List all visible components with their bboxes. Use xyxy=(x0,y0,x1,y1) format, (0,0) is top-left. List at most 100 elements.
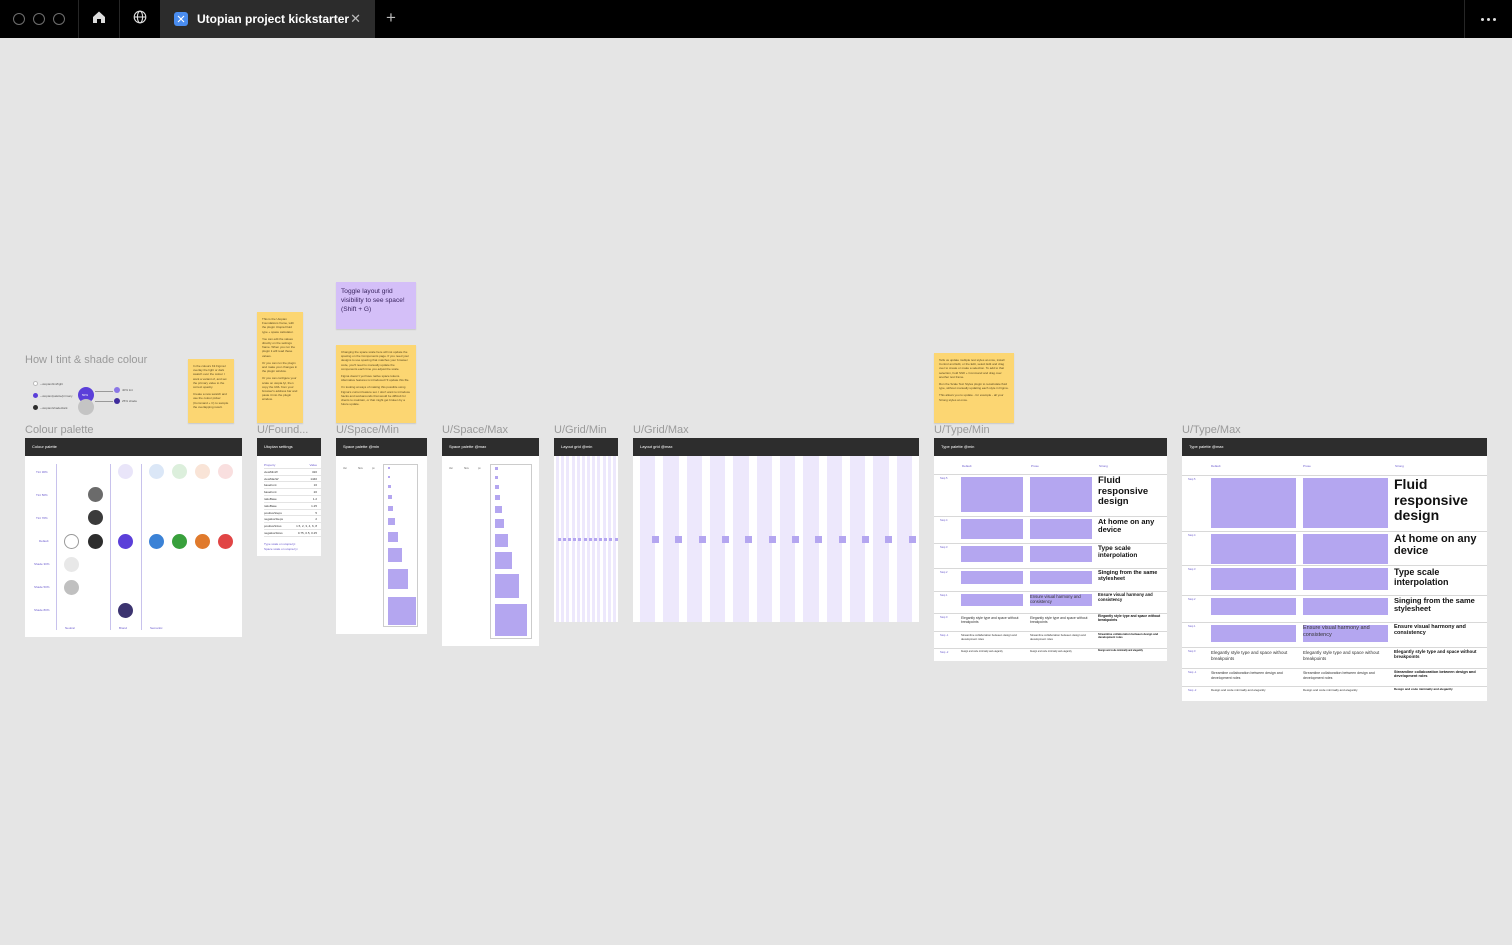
frame-label-colour-palette[interactable]: Colour palette xyxy=(25,424,94,436)
swatch-brand-shade[interactable] xyxy=(118,603,133,618)
grid-min-frame[interactable]: Layout grid @min xyxy=(554,438,618,622)
swatch-white[interactable] xyxy=(64,534,79,549)
sticky-note-palette[interactable]: In the colours Kit Figma I overlay the l… xyxy=(188,359,234,423)
type-step-label: Step 4 xyxy=(1188,534,1196,537)
colour-palette-frame[interactable]: Colour palette Tint 30% Tint 50% Tint 70… xyxy=(25,438,242,637)
type-max-frame[interactable]: Type palette @max Default Prose Strong S… xyxy=(1182,438,1487,701)
frame-label-grid-max[interactable]: U/Grid/Max xyxy=(633,424,689,436)
type-default-sample: Streamline collaboration between design … xyxy=(1211,671,1283,680)
swatch-blue[interactable] xyxy=(149,534,164,549)
grid-gutter-marker xyxy=(698,536,706,543)
type-sample-block xyxy=(961,477,1023,512)
community-button[interactable] xyxy=(119,0,160,38)
type-strong-sample: At home on any device xyxy=(1394,533,1477,558)
grid-gutter-marker xyxy=(908,536,916,543)
type-sample-block xyxy=(1211,568,1296,590)
swatch-orange-tint[interactable] xyxy=(195,464,210,479)
type-sample-block xyxy=(961,571,1023,584)
swatch-red[interactable] xyxy=(218,534,233,549)
swatch-red-tint[interactable] xyxy=(218,464,233,479)
type-sample-block xyxy=(1030,546,1092,562)
foundations-frame[interactable]: Utopian settings Property Value viewMinW 3… xyxy=(257,438,321,556)
type-sample-block xyxy=(1303,478,1388,528)
grid-gutter-marker xyxy=(838,536,846,543)
swatch-brand-default[interactable] xyxy=(118,534,133,549)
type-default-sample: Streamline collaboration between design … xyxy=(961,633,1017,641)
swatch-blue-tint[interactable] xyxy=(149,464,164,479)
window-zoom-control[interactable] xyxy=(53,13,65,25)
type-prose-sample: Elegantly style type and space without b… xyxy=(1030,616,1088,625)
swatch-orange[interactable] xyxy=(195,534,210,549)
type-strong-sample: Elegantly style type and space without b… xyxy=(1098,614,1161,622)
grid-gutter-marker xyxy=(791,536,799,543)
tab-title: Utopian project kickstarter xyxy=(197,12,350,26)
window-minimize-control[interactable] xyxy=(33,13,45,25)
type-strong-sample: Fluid responsive design xyxy=(1098,475,1149,508)
type-row xyxy=(1182,531,1487,532)
sticky-note-toggle-grid[interactable]: Toggle layout grid visibility to see spa… xyxy=(336,282,416,329)
type-sample-block xyxy=(1211,598,1296,615)
grid-gutter-marker xyxy=(614,538,618,541)
swatch-neutral-default[interactable] xyxy=(88,534,103,549)
type-step-label: Step 2 xyxy=(1188,598,1196,601)
close-tab-button[interactable]: ✕ xyxy=(350,12,361,26)
space-scale-max xyxy=(490,464,532,639)
type-strong-sample: Singing from the same stylesheet xyxy=(1394,596,1475,614)
type-strong-sample: Elegantly style type and space without b… xyxy=(1394,649,1477,660)
new-tab-button[interactable]: + xyxy=(382,9,400,27)
swatch-neutral-shade-50[interactable] xyxy=(64,580,79,595)
swatch-neutral-tint-50[interactable] xyxy=(88,487,103,502)
swatch-green[interactable] xyxy=(172,534,187,549)
type-default-sample: Elegantly style type and space without b… xyxy=(961,616,1019,625)
grid-max-frame[interactable]: Layout grid @max xyxy=(633,438,919,622)
type-row xyxy=(1182,647,1487,648)
frame-label-grid-min[interactable]: U/Grid/Min xyxy=(554,424,607,436)
space-min-frame[interactable]: Space palette @min Var Size px xyxy=(336,438,427,634)
frame-label-space-min[interactable]: U/Space/Min xyxy=(336,424,399,436)
type-row xyxy=(1182,668,1487,669)
type-strong-sample: Ensure visual harmony and consistency xyxy=(1394,624,1466,637)
type-prose-sample: Streamline collaboration between design … xyxy=(1030,633,1086,641)
type-step-label: Step 2 xyxy=(940,571,948,574)
type-sample-block xyxy=(961,519,1023,539)
window-close-control[interactable] xyxy=(13,13,25,25)
type-step-label: Step 5 xyxy=(1188,478,1196,481)
home-icon xyxy=(92,10,106,29)
swatch-neutral-tint-70[interactable] xyxy=(88,510,103,525)
more-menu-button[interactable] xyxy=(1464,0,1512,38)
type-strong-sample: At home on any device xyxy=(1098,517,1155,535)
type-row xyxy=(934,543,1167,544)
type-step-label: Step 4 xyxy=(940,519,948,522)
grid-gutter-marker xyxy=(651,536,659,543)
file-icon xyxy=(174,12,188,26)
swatch-neutral-shade-30[interactable] xyxy=(64,557,79,572)
home-button[interactable] xyxy=(78,0,119,38)
sticky-note-type[interactable]: Tells us update multiple text styles at … xyxy=(934,353,1014,423)
sticky-note-settings[interactable]: This is the Utopian Foundations frame, w… xyxy=(257,312,303,423)
type-strong-sample: Streamline collaboration between design … xyxy=(1098,632,1159,640)
type-prose-sample: Ensure visual harmony and consistency xyxy=(1303,625,1370,638)
frame-label-foundations[interactable]: U/Found... xyxy=(257,424,308,436)
type-min-frame[interactable]: Type palette @min Default Prose Strong S… xyxy=(934,438,1167,661)
frame-label-type-min[interactable]: U/Type/Min xyxy=(934,424,990,436)
swatch-green-tint[interactable] xyxy=(172,464,187,479)
grid-gutter-marker xyxy=(721,536,729,543)
type-sample-block xyxy=(1030,519,1092,539)
sticky-note-space[interactable]: Changing the space scale here will not u… xyxy=(336,345,416,423)
type-default-sample: Design and code minimally and elegantly xyxy=(1211,688,1266,692)
frame-label-type-max[interactable]: U/Type/Max xyxy=(1182,424,1241,436)
type-prose-sample: Design and code minimally and elegantly xyxy=(1303,688,1358,692)
type-strong-sample: Ensure visual harmony and consistency xyxy=(1098,592,1153,602)
tint-shade-title: How I tint & shade colour xyxy=(25,354,148,366)
type-step-label: Step -2 xyxy=(940,651,949,654)
type-step-label: Step 3 xyxy=(940,546,948,549)
swatch-brand-tint[interactable] xyxy=(118,464,133,479)
type-prose-sample: Elegantly style type and space without b… xyxy=(1303,650,1380,661)
frame-label-space-max[interactable]: U/Space/Max xyxy=(442,424,508,436)
tab-utopian-project-kickstarter[interactable]: Utopian project kickstarter ✕ xyxy=(160,0,375,38)
type-strong-sample: Type scale interpolation xyxy=(1098,545,1138,560)
type-row xyxy=(1182,565,1487,566)
space-max-frame[interactable]: Space palette @max Var Size px xyxy=(442,438,539,646)
type-sample-block xyxy=(1030,571,1092,584)
type-prose-sample: Design and code minimally and elegantly xyxy=(1030,651,1072,653)
